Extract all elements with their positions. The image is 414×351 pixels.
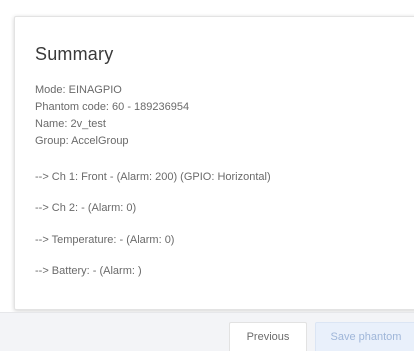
- group-text: Group: AccelGroup: [35, 135, 129, 147]
- mode-text: Mode: EINAGPIO: [35, 84, 122, 96]
- previous-button[interactable]: Previous: [229, 322, 307, 351]
- phantom-code-text: Phantom code: 60 - 189236954: [35, 101, 190, 113]
- channel-2-text: --> Ch 2: - (Alarm: 0): [35, 202, 137, 214]
- battery-text: --> Battery: - (Alarm: ): [35, 265, 142, 277]
- temperature-text: --> Temperature: - (Alarm: 0): [35, 234, 175, 246]
- page: Summary Mode: EINAGPIO Phantom code: 60 …: [0, 0, 414, 351]
- channel-1-text: --> Ch 1: Front - (Alarm: 200) (GPIO: Ho…: [35, 171, 271, 183]
- save-phantom-button[interactable]: Save phantom: [315, 322, 414, 351]
- name-text: Name: 2v_test: [35, 118, 106, 130]
- summary-title: Summary: [35, 44, 114, 64]
